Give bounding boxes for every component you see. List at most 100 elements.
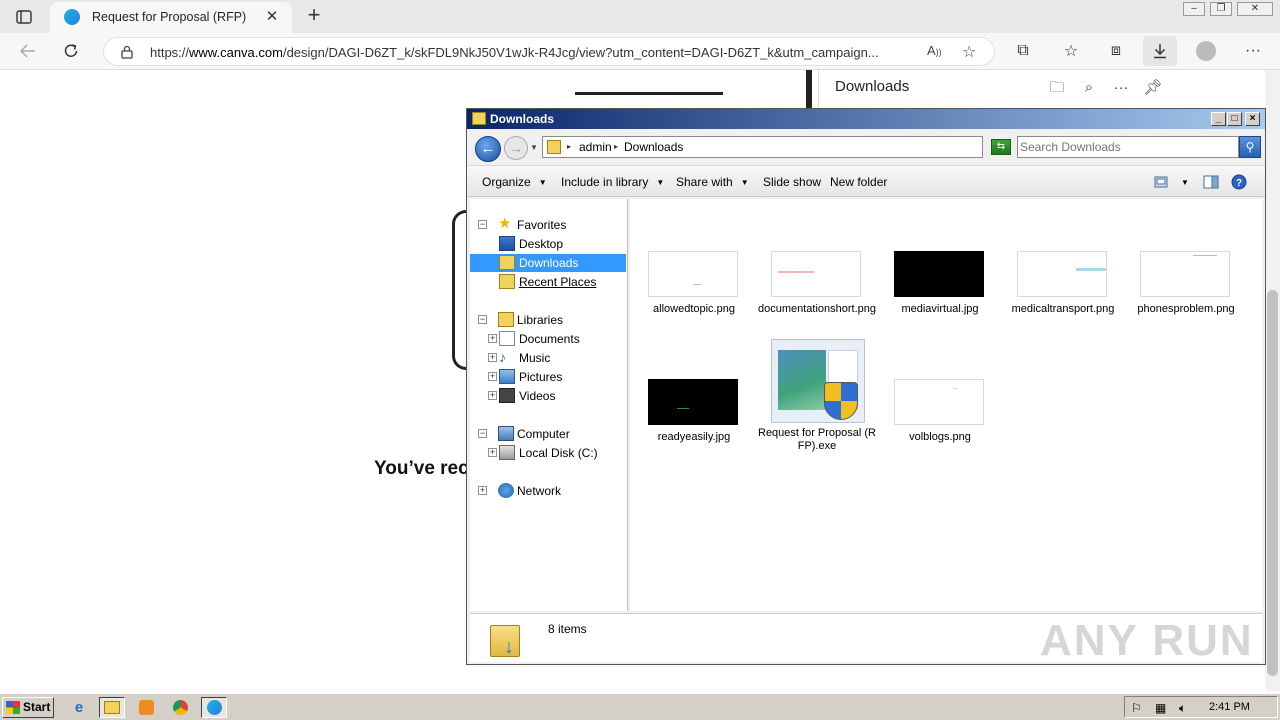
help-icon[interactable]: ? [1231,174,1247,190]
expand-icon[interactable]: + [488,448,497,457]
tab-actions-icon [16,10,32,24]
chevron-right-icon[interactable]: ▸ [614,142,618,151]
internet-explorer-icon: e [74,699,84,716]
browser-tab-active[interactable]: Request for Proposal (RFP) ✕ [50,2,292,33]
tree-downloads[interactable]: Downloads [470,254,626,272]
taskbar-explorer[interactable] [99,697,125,718]
flag-icon[interactable]: ⚐ [1131,701,1145,715]
include-in-library-menu[interactable]: Include in library ▼ [561,175,664,189]
taskbar-media-player[interactable] [133,697,159,718]
new-tab-button[interactable]: + [303,4,325,27]
address-bar[interactable]: https://www.canva.com/design/DAGI-D6ZT_k… [103,37,995,66]
start-button[interactable]: Start [2,697,54,718]
chevron-down-icon: ▼ [740,178,749,187]
browser-restore-button[interactable]: ❐ [1210,2,1232,16]
page-scrollbar-thumb[interactable] [1267,290,1278,676]
expand-icon[interactable]: + [478,486,487,495]
profile-button[interactable] [1193,39,1219,63]
explorer-path-box[interactable]: ▸ admin ▸ Downloads ▼ [542,136,1054,158]
read-aloud-icon[interactable]: A)) [927,43,942,58]
clock[interactable]: 2:41 PM [1209,701,1250,713]
tree-network[interactable]: + Network [478,482,626,500]
hard-drive-icon [499,445,515,460]
explorer-search-box[interactable] [1017,136,1239,158]
favorites-button[interactable]: ☆ [1058,39,1084,63]
tree-local-disk[interactable]: + Local Disk (C:) [488,444,626,462]
tab-actions-button[interactable] [8,6,40,28]
refresh-icon [64,44,78,57]
tree-computer[interactable]: − Computer [478,425,626,443]
anyrun-watermark: ANY RUN [1040,616,1254,665]
svg-text:?: ? [1236,178,1242,189]
collapse-icon[interactable]: − [478,429,487,438]
expand-icon[interactable]: + [488,372,497,381]
explorer-minimize-button[interactable]: _ [1211,112,1226,126]
add-favorite-icon[interactable]: ☆ [962,42,976,62]
tree-favorites[interactable]: − ★ Favorites [478,216,626,234]
tree-libraries[interactable]: − Libraries [478,311,626,329]
search-input[interactable] [1020,139,1234,155]
page-heading-partial: You’ve rec [374,458,469,479]
tree-videos[interactable]: + Videos [488,387,626,405]
search-icon[interactable]: ⌕ [1079,78,1099,98]
more-dots-icon[interactable]: ··· [1111,78,1131,98]
edge-icon [206,700,222,715]
settings-more-button[interactable]: ··· [1240,39,1266,63]
breadcrumb-downloads[interactable]: Downloads [624,140,683,154]
expand-icon[interactable]: + [488,353,497,362]
collapse-icon[interactable]: − [478,220,487,229]
tree-recent-places[interactable]: Recent Places [498,273,626,291]
expand-icon[interactable]: + [488,334,497,343]
explorer-refresh-button[interactable]: ⇆ [991,139,1011,155]
search-icon[interactable]: ⚲ [1239,136,1261,158]
explorer-maximize-button[interactable]: □ [1227,112,1242,126]
explorer-close-button[interactable]: × [1245,112,1260,126]
network-status-icon[interactable]: ▦ [1155,701,1169,715]
tab-close-button[interactable]: ✕ [264,8,280,26]
explorer-back-button[interactable]: ← [475,136,501,162]
pin-icon[interactable]: 📌︎ [1143,78,1163,98]
media-player-icon [138,700,154,715]
chevron-right-icon[interactable]: ▸ [567,142,571,151]
download-icon [1154,44,1166,59]
image-thumbnail [1017,251,1107,297]
file-name: volblogs.png [909,431,971,443]
taskbar-chrome[interactable] [167,697,193,718]
downloads-button[interactable] [1143,36,1177,66]
network-label: Network [517,484,562,498]
tree-pictures[interactable]: + Pictures [488,368,626,386]
recent-pages-dropdown-icon[interactable]: ▼ [530,143,538,152]
back-button[interactable] [15,39,41,63]
tree-documents[interactable]: + Documents [488,330,626,348]
arrow-left-icon [20,44,35,58]
explorer-forward-button[interactable]: → [504,136,528,160]
open-folder-icon[interactable]: 🗀 [1047,78,1067,98]
file-list-pane: allowedtopic.png documentationshort.png … [630,199,1262,611]
explorer-titlebar[interactable]: Downloads _ □ × [467,109,1265,129]
share-with-menu[interactable]: Share with ▼ [676,175,749,189]
share-with-label: Share with [676,175,733,189]
taskbar-ie[interactable]: e [66,697,92,718]
taskbar-edge[interactable] [201,697,227,718]
preview-pane-icon[interactable] [1203,174,1219,190]
change-view-icon[interactable] [1153,174,1169,190]
breadcrumb-admin[interactable]: admin [579,140,612,154]
windows-flag-icon [6,701,20,714]
expand-icon[interactable]: + [488,391,497,400]
videos-icon [499,388,515,403]
refresh-button[interactable] [58,39,84,63]
documents-label: Documents [519,332,580,346]
collections-button[interactable]: ⧈ [1103,39,1129,63]
view-options-dropdown-icon[interactable]: ▼ [1181,178,1189,187]
slide-show-button[interactable]: Slide show [763,175,821,189]
browser-minimize-button[interactable]: ‒ [1183,2,1205,16]
new-folder-button[interactable]: New folder [830,175,887,189]
tree-music[interactable]: + ♪ Music [488,349,626,367]
volume-icon[interactable]: 🔈︎ [1179,701,1193,715]
tree-desktop[interactable]: Desktop [498,235,626,253]
browser-close-button[interactable]: ✕ [1237,2,1273,16]
collapse-icon[interactable]: − [478,315,487,324]
url-host: www.canva.com [189,45,283,60]
extensions-button[interactable]: ⧉ [1010,39,1036,63]
organize-menu[interactable]: Organize ▼ [482,175,547,189]
